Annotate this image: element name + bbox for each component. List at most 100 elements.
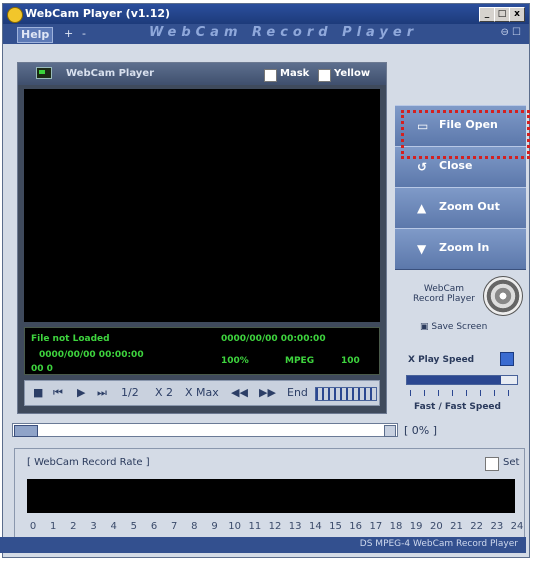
hour-tick-label: 16 — [349, 521, 363, 532]
hour-tick-label: 19 — [409, 521, 423, 532]
refresh-icon: ↺ — [417, 160, 428, 174]
speed-range-label: Fast / Fast Speed — [414, 402, 501, 412]
end-label: End — [287, 386, 308, 399]
speed-label: X Play Speed — [408, 355, 475, 365]
maximize-button[interactable]: □ — [494, 7, 510, 22]
minimize-button[interactable]: _ — [479, 7, 495, 22]
format-readout: MPEG — [285, 356, 315, 366]
camera-icon: ▣ — [420, 322, 432, 332]
hour-tick-label: 8 — [191, 521, 198, 532]
record-rate-title: [ WebCam Record Rate ] — [27, 457, 150, 468]
time-right: 0000/00/00 00:00:00 — [221, 334, 326, 344]
app-banner: WebCam Record Player — [149, 25, 419, 40]
counter-readout: 00 0 — [31, 364, 53, 374]
close-file-label: Close — [439, 159, 473, 172]
close-button[interactable]: x — [509, 7, 525, 22]
fast-forward-button[interactable]: ▶▶ — [259, 386, 276, 399]
record-rate-bar — [27, 479, 515, 513]
hour-tick-label: 7 — [170, 521, 178, 532]
hour-tick-label: 3 — [90, 521, 97, 532]
player-panel: WebCam Player Mask Yellow File not Loade… — [17, 62, 387, 414]
save-screen-label: Save Screen — [431, 322, 488, 332]
player-title: WebCam Player — [66, 68, 155, 79]
record-rate-panel: [ WebCam Record Rate ] Set 0 1 2 3 4 5 6 7 8 9 10 1… — [14, 448, 525, 542]
app-logo-icon — [7, 7, 23, 23]
hour-tick-label: 17 — [369, 521, 383, 532]
video-screen[interactable] — [24, 89, 380, 322]
logo-line-2: Record Player — [413, 294, 475, 304]
hour-tick-label: 4 — [110, 521, 117, 532]
speed-half-button[interactable]: 1/2 — [121, 386, 139, 399]
zoom-readout: 100% — [221, 356, 249, 366]
speed-slider[interactable] — [406, 375, 518, 385]
hour-tick-label: 21 — [450, 521, 463, 532]
triangle-down-icon: ▼ — [417, 242, 427, 256]
playback-progress-bar[interactable] — [12, 423, 398, 437]
triangle-up-icon: ▲ — [417, 201, 427, 215]
minus-menu[interactable]: - — [79, 27, 89, 41]
speed-xmax-button[interactable]: X Max — [185, 386, 219, 399]
app-logo-text: WebCam Record Player — [399, 284, 489, 304]
zoom-out-button[interactable]: ▲ Zoom Out — [395, 187, 526, 229]
next-button[interactable]: ⏭ — [97, 386, 107, 400]
hour-scale: 0 1 2 3 4 5 6 7 8 9 10 11 12 13 14 15 16 17 18 19 20 21 22 23 24 — [27, 519, 524, 535]
set-label: Set — [503, 457, 520, 468]
mini-window-controls[interactable]: ⊖ ☐ — [500, 27, 521, 38]
title-bar[interactable]: WebCam Player (v1.12) _ □ x — [3, 4, 529, 24]
progress-thumb[interactable] — [14, 425, 38, 437]
hour-tick-label: 13 — [288, 521, 302, 532]
hour-tick-label: 12 — [268, 521, 282, 532]
progress-end-button[interactable] — [384, 425, 396, 437]
zoom-in-label: Zoom In — [439, 241, 490, 254]
hour-tick-label: 18 — [389, 521, 403, 532]
highlight-box — [401, 110, 530, 159]
hour-tick-label: 24 — [510, 521, 524, 532]
help-menu[interactable]: Help — [17, 27, 54, 43]
mask-label: Mask — [280, 68, 310, 79]
plus-menu[interactable]: + — [61, 27, 76, 41]
yellow-label: Yellow — [334, 68, 371, 79]
logo-line-1: WebCam — [423, 284, 465, 294]
mask-checkbox[interactable] — [264, 69, 277, 82]
hour-tick-label: 5 — [130, 521, 138, 532]
menu-bar: Help + - WebCam Record Player ⊖ ☐ — [3, 24, 529, 44]
hour-tick-label: 6 — [150, 521, 158, 532]
rewind-button[interactable]: ◀◀ — [231, 386, 248, 399]
prev-button[interactable]: ⏮ — [53, 386, 63, 400]
playback-controls: ■ ⏮ ▶ ⏭ 1/2 X 2 X Max ◀◀ ▶▶ End — [24, 380, 380, 406]
time-left: 0000/00/00 00:00:00 — [39, 350, 144, 360]
hour-tick-label: 0 — [29, 521, 37, 532]
hour-tick-label: 2 — [70, 521, 77, 532]
hour-tick-label: 9 — [211, 521, 218, 532]
yellow-checkbox[interactable] — [318, 69, 331, 82]
volume-slider[interactable] — [315, 387, 377, 401]
player-title-bar: WebCam Player Mask Yellow — [18, 63, 386, 85]
footer-text: DS MPEG-4 WebCam Record Player — [359, 539, 518, 549]
film-reel-icon — [483, 276, 523, 316]
status-footer: DS MPEG-4 WebCam Record Player — [0, 537, 526, 553]
hour-tick-label: 15 — [329, 521, 342, 532]
set-checkbox[interactable] — [485, 457, 499, 471]
save-screen-button[interactable]: ▣ Save Screen — [420, 322, 487, 332]
speed-x2-button[interactable]: X 2 — [155, 386, 173, 399]
progress-percent: [ 0% ] — [404, 424, 438, 437]
speed-slider-fill — [407, 376, 501, 384]
volume-readout: 100 — [341, 356, 360, 366]
hour-tick-label: 22 — [470, 521, 484, 532]
hour-tick-label: 23 — [490, 521, 504, 532]
status-display: File not Loaded 0000/00/00 00:00:00 0000… — [24, 327, 380, 375]
speed-ticks — [410, 390, 520, 396]
monitor-icon — [36, 67, 52, 79]
file-status: File not Loaded — [31, 334, 110, 344]
hour-tick-label: 11 — [248, 521, 262, 532]
hour-tick-label: 20 — [429, 521, 443, 532]
play-button[interactable]: ▶ — [77, 386, 85, 399]
zoom-in-button[interactable]: ▼ Zoom In — [395, 228, 526, 270]
zoom-out-label: Zoom Out — [439, 200, 500, 213]
hour-tick-label: 14 — [308, 521, 322, 532]
hour-tick-label: 1 — [49, 521, 57, 532]
window-title: WebCam Player (v1.12) — [25, 7, 171, 20]
hour-tick-label: 10 — [228, 521, 242, 532]
speed-toggle-icon[interactable] — [500, 352, 514, 366]
stop-button[interactable]: ■ — [33, 386, 43, 399]
